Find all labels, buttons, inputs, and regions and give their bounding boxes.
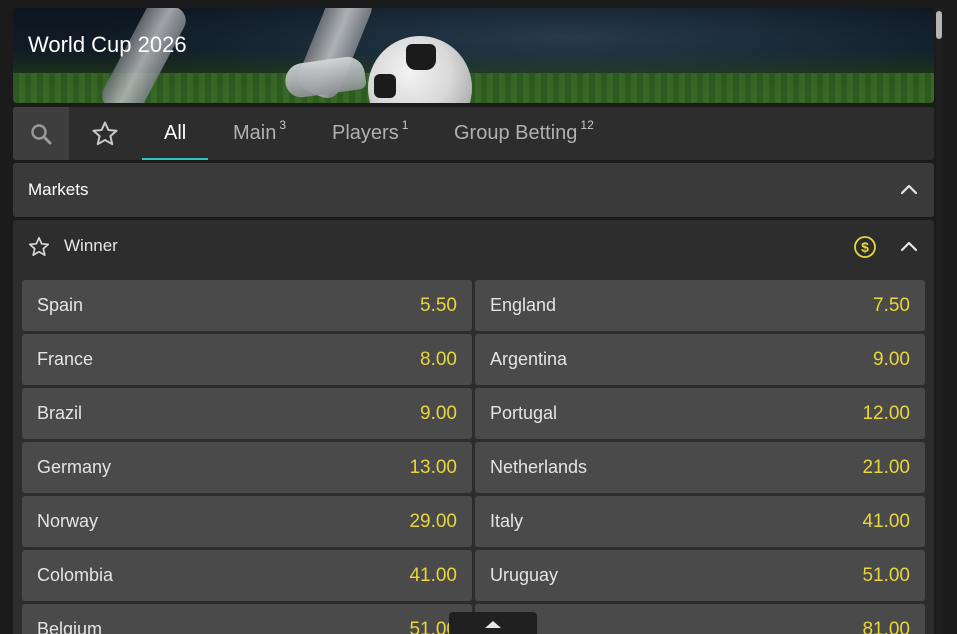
- selection-price: 29.00: [409, 510, 457, 532]
- tab-main[interactable]: Main 3: [233, 107, 286, 160]
- selection-button[interactable]: England 7.50: [475, 280, 925, 331]
- selection-name: Portugal: [490, 403, 558, 423]
- selection-button[interactable]: France 8.00: [22, 334, 472, 385]
- winner-market: Winner $ Spain 5.50 England 7.50 France 8.0…: [13, 220, 934, 634]
- tab-players[interactable]: Players 1: [332, 107, 408, 160]
- tab-all[interactable]: All: [141, 107, 209, 160]
- svg-text:$: $: [861, 239, 869, 255]
- star-icon: [92, 121, 118, 146]
- selection-button[interactable]: Brazil 9.00: [22, 388, 472, 439]
- selection-price: 12.00: [862, 402, 910, 424]
- selection-price: 51.00: [862, 564, 910, 586]
- tab-count: 3: [279, 117, 287, 132]
- selection-name: Argentina: [490, 349, 568, 369]
- selection-button[interactable]: Belgium 51.00: [22, 604, 472, 634]
- selection-name: Netherlands: [490, 457, 588, 477]
- selection-price: 5.50: [420, 294, 457, 316]
- chevron-up-icon: [900, 241, 918, 252]
- selection-name: Belgium: [37, 619, 103, 634]
- tab-count: 12: [580, 117, 594, 132]
- selection-price: 13.00: [409, 456, 457, 478]
- market-tabs: All Main 3 Players 1 Group Betting 12: [13, 107, 934, 160]
- selection-button[interactable]: Germany 13.00: [22, 442, 472, 493]
- scrollbar-thumb[interactable]: [936, 11, 942, 39]
- selection-button[interactable]: 81.00: [475, 604, 925, 634]
- caret-up-icon: [485, 621, 501, 628]
- star-icon[interactable]: [27, 235, 51, 259]
- selection-name: Spain: [37, 295, 84, 315]
- markets-header[interactable]: Markets: [13, 163, 934, 217]
- selection-button[interactable]: Argentina 9.00: [475, 334, 925, 385]
- tab-label: Group Betting: [454, 122, 578, 144]
- selection-price: 8.00: [420, 348, 457, 370]
- selection-price: 21.00: [862, 456, 910, 478]
- selection-price: 41.00: [862, 510, 910, 532]
- market-page: World Cup 2026 All Main 3 Players 1 Group …: [13, 8, 934, 634]
- search-button[interactable]: [13, 107, 69, 160]
- selection-price: 9.00: [873, 348, 910, 370]
- selection-name: England: [490, 295, 557, 315]
- scrollbar[interactable]: [936, 8, 942, 634]
- selection-button[interactable]: Uruguay 51.00: [475, 550, 925, 601]
- markets-collapse[interactable]: [899, 180, 919, 200]
- winner-label: Winner: [64, 236, 118, 255]
- selection-button[interactable]: Spain 5.50: [22, 280, 472, 331]
- search-icon: [31, 123, 52, 144]
- tab-label: All: [164, 122, 187, 144]
- selection-name: Brazil: [37, 403, 83, 423]
- winner-header[interactable]: Winner $: [13, 220, 934, 275]
- selection-name: Italy: [490, 511, 524, 531]
- tab-label: Players: [332, 122, 399, 144]
- selection-button[interactable]: Norway 29.00: [22, 496, 472, 547]
- tab-label: Main: [233, 122, 277, 144]
- chevron-up-icon: [900, 184, 918, 195]
- winner-collapse[interactable]: [899, 237, 919, 257]
- selection-price: 81.00: [862, 618, 910, 634]
- tab-count: 1: [401, 117, 409, 132]
- selection-button[interactable]: Netherlands 21.00: [475, 442, 925, 493]
- markets-label: Markets: [28, 180, 89, 199]
- selection-button[interactable]: Colombia 41.00: [22, 550, 472, 601]
- tab-group-betting[interactable]: Group Betting 12: [454, 107, 594, 160]
- scroll-to-top-button[interactable]: [449, 612, 537, 634]
- favorites-tab[interactable]: [85, 119, 125, 149]
- event-title: World Cup 2026: [28, 32, 187, 57]
- selection-button[interactable]: Italy 41.00: [475, 496, 925, 547]
- selection-name: Norway: [37, 511, 99, 531]
- selection-name: France: [37, 349, 94, 369]
- dollar-circle-icon: $: [854, 236, 876, 258]
- selection-price: 7.50: [873, 294, 910, 316]
- selection-name: Germany: [37, 457, 112, 477]
- selection-name: Uruguay: [490, 565, 559, 585]
- selection-price: 41.00: [409, 564, 457, 586]
- event-banner: World Cup 2026: [13, 8, 934, 103]
- selection-price: 9.00: [420, 402, 457, 424]
- selection-name: Colombia: [37, 565, 114, 585]
- selection-button[interactable]: Portugal 12.00: [475, 388, 925, 439]
